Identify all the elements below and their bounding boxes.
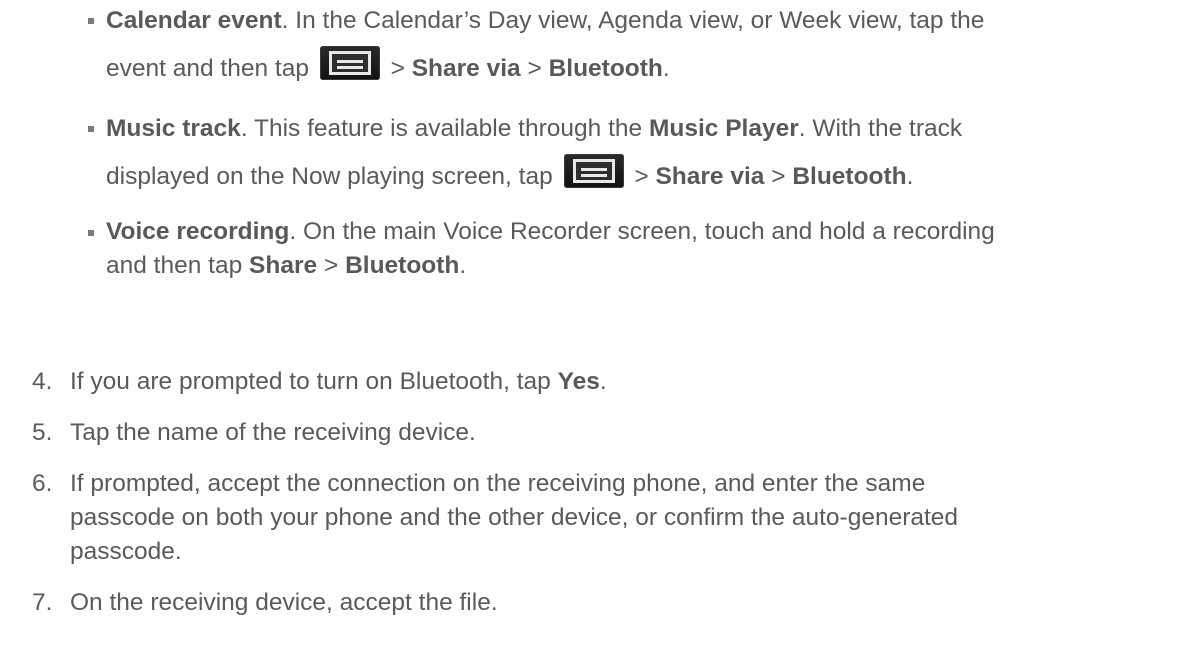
step-number: 6. <box>32 470 53 497</box>
bullet-square-icon <box>88 126 94 132</box>
menu-key-icon <box>319 46 380 80</box>
step-number: 5. <box>32 419 53 446</box>
step-5: 5. Tap the name of the receiving device. <box>32 416 1162 450</box>
share-label: Share <box>249 252 318 279</box>
step-number: 7. <box>32 589 53 616</box>
voice-recording-title: Voice recording <box>106 218 290 245</box>
bullet-square-icon <box>88 230 94 236</box>
calendar-event-title: Calendar event <box>106 7 282 34</box>
bullet-voice-recording: Voice recording. On the main Voice Recor… <box>88 215 1168 283</box>
bullet-square-icon <box>88 18 94 24</box>
bullet-music-track: Music track. This feature is available t… <box>88 105 1168 201</box>
numbered-steps: 4. If you are prompted to turn on Blueto… <box>32 365 1162 637</box>
share-via-label: Share via <box>411 55 521 82</box>
menu-key-icon <box>563 154 624 188</box>
bluetooth-label: Bluetooth <box>548 55 663 82</box>
step-7: 7. On the receiving device, accept the f… <box>32 586 1162 620</box>
yes-label: Yes <box>557 368 600 395</box>
bluetooth-label: Bluetooth <box>792 163 907 190</box>
music-player-label: Music Player <box>648 115 799 142</box>
bluetooth-label: Bluetooth <box>345 252 460 279</box>
bullet-calendar-event: Calendar event. In the Calendar’s Day vi… <box>88 0 1168 93</box>
share-methods-list: Calendar event. In the Calendar’s Day vi… <box>88 0 1168 295</box>
step-number: 4. <box>32 368 53 395</box>
share-via-label: Share via <box>655 163 765 190</box>
step-6: 6. If prompted, accept the connection on… <box>32 467 1162 569</box>
step-4: 4. If you are prompted to turn on Blueto… <box>32 365 1162 399</box>
music-track-title: Music track <box>106 115 241 142</box>
